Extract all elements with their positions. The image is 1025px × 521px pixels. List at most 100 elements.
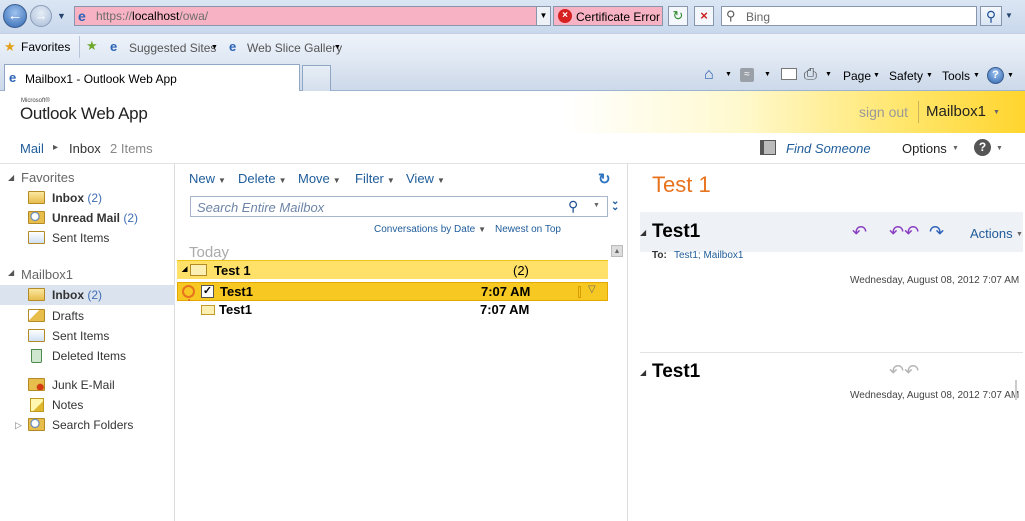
collapse-arrow-icon[interactable]: ◢ bbox=[640, 368, 646, 377]
folder-notes[interactable]: Notes bbox=[0, 395, 175, 415]
envelope-icon bbox=[201, 305, 215, 315]
web-slice-gallery-link[interactable]: Web Slice Gallery bbox=[247, 41, 342, 55]
fav-sent-items[interactable]: Sent Items bbox=[0, 228, 175, 248]
category-icon[interactable] bbox=[578, 286, 581, 298]
home-icon[interactable]: ⌂ bbox=[704, 66, 714, 84]
conversation-icon bbox=[190, 264, 207, 276]
expand-search-icon[interactable]: ⌄ ⌄ bbox=[611, 197, 619, 213]
safety-menu[interactable]: Safety bbox=[889, 69, 923, 83]
sign-out-link[interactable]: sign out bbox=[859, 104, 908, 120]
table-row[interactable]: Test1 7:07 AM bbox=[177, 301, 608, 320]
search-icon[interactable]: ⚲ bbox=[568, 198, 578, 215]
fav-unread-count: (2) bbox=[123, 211, 139, 225]
find-someone-input[interactable]: Find Someone bbox=[786, 141, 871, 156]
folder-junk-label: Junk E-Mail bbox=[52, 378, 115, 392]
add-favorites-icon[interactable]: ★ bbox=[86, 38, 98, 54]
chevron-down-icon[interactable]: ▼ bbox=[825, 71, 832, 78]
chevron-down-icon[interactable]: ▼ bbox=[993, 109, 1000, 116]
browser-search-input[interactable]: ⚲ Bing bbox=[721, 6, 977, 26]
sort-order-toggle[interactable]: Newest on Top bbox=[495, 224, 561, 235]
folder-inbox-count: (2) bbox=[87, 288, 103, 302]
suggested-sites-link[interactable]: Suggested Sites bbox=[129, 41, 216, 55]
shield-error-icon: × bbox=[558, 9, 572, 23]
folder-inbox[interactable]: Inbox (2) bbox=[0, 285, 175, 305]
folder-deleted-items[interactable]: Deleted Items bbox=[0, 346, 175, 366]
options-menu[interactable]: Options bbox=[902, 141, 947, 156]
view-button[interactable]: View ▼ bbox=[406, 171, 445, 186]
address-bar[interactable]: e https://localhost/owa/ ▼ bbox=[74, 6, 551, 26]
page-menu[interactable]: Page bbox=[843, 69, 871, 83]
scrollbar[interactable] bbox=[1015, 380, 1017, 400]
chevron-down-icon: ▼ bbox=[386, 176, 395, 185]
fav-inbox[interactable]: Inbox (2) bbox=[0, 188, 175, 208]
separator bbox=[918, 101, 919, 123]
favorites-header[interactable]: Favorites bbox=[21, 170, 74, 185]
forward-button[interactable]: → bbox=[30, 5, 52, 27]
new-button[interactable]: New ▼ bbox=[189, 171, 226, 186]
tab-mailbox1[interactable]: e Mailbox1 - Outlook Web App bbox=[4, 64, 300, 91]
folder-search-folders[interactable]: Search Folders bbox=[0, 415, 175, 435]
chevron-down-icon[interactable]: ▼ bbox=[764, 71, 771, 78]
recent-pages-chevron-icon[interactable]: ▼ bbox=[57, 11, 66, 21]
folder-drafts-label: Drafts bbox=[52, 309, 85, 323]
collapse-arrow-icon[interactable]: ◢ bbox=[8, 268, 14, 277]
chevron-down-icon[interactable]: ▼ bbox=[725, 71, 732, 78]
refresh-icon[interactable]: ↻ bbox=[668, 6, 688, 26]
recipients[interactable]: Test1; Mailbox1 bbox=[674, 250, 743, 261]
favorites-button[interactable]: Favorites bbox=[21, 40, 70, 54]
fav-sent-label: Sent Items bbox=[52, 231, 110, 245]
message-date: Wednesday, August 08, 2012 7:07 AM bbox=[850, 275, 1020, 286]
search-go-button[interactable]: ⚲ bbox=[980, 6, 1002, 26]
folder-drafts[interactable]: Drafts bbox=[0, 306, 175, 326]
table-row[interactable]: ✓ Test1 7:07 AM ▽ bbox=[177, 282, 608, 301]
address-book-icon[interactable] bbox=[760, 140, 776, 155]
refresh-icon[interactable]: ↻ bbox=[598, 170, 611, 188]
tools-menu[interactable]: Tools bbox=[942, 69, 970, 83]
collapse-arrow-icon[interactable]: ◢ bbox=[8, 173, 14, 182]
fav-unread-label: Unread Mail bbox=[52, 211, 121, 225]
inbox-folder-icon bbox=[28, 288, 45, 301]
ie-page-icon: e bbox=[229, 39, 237, 54]
mailbox-name[interactable]: Mailbox1 bbox=[926, 103, 986, 120]
reply-all-icon[interactable]: ↶↶ bbox=[889, 361, 919, 382]
scroll-up-button[interactable]: ▲ bbox=[611, 245, 623, 257]
item-count: 2 Items bbox=[110, 141, 153, 156]
reply-icon[interactable]: ↶ bbox=[852, 222, 867, 243]
folder-deleted-label: Deleted Items bbox=[52, 349, 127, 363]
search-options-chevron-icon[interactable]: ▼ bbox=[1005, 11, 1013, 20]
owa-brand: Outlook Web App bbox=[20, 104, 148, 123]
folder-search-label: Search Folders bbox=[52, 418, 134, 432]
print-icon[interactable]: ⎙ bbox=[804, 66, 817, 84]
new-tab-button[interactable] bbox=[302, 65, 331, 91]
stop-icon[interactable]: × bbox=[694, 6, 714, 26]
delete-button[interactable]: Delete ▼ bbox=[238, 171, 287, 186]
help-icon[interactable]: ? bbox=[974, 139, 991, 156]
collapse-arrow-icon[interactable]: ◢ bbox=[182, 265, 187, 273]
checkbox[interactable]: ✓ bbox=[201, 285, 214, 298]
breadcrumb-inbox: Inbox bbox=[69, 141, 101, 156]
read-mail-icon[interactable] bbox=[781, 68, 797, 80]
back-button[interactable]: ← bbox=[3, 4, 27, 28]
view-label: View bbox=[406, 171, 434, 186]
conversation-header-row[interactable]: ◢ Test 1 (2) bbox=[177, 260, 608, 279]
filter-button[interactable]: Filter ▼ bbox=[355, 171, 395, 186]
mailbox-header[interactable]: Mailbox1 bbox=[21, 267, 73, 282]
forward-icon[interactable]: ↷ bbox=[929, 222, 944, 243]
folder-junk-email[interactable]: Junk E-Mail bbox=[0, 375, 175, 395]
reply-all-icon[interactable]: ↶↶ bbox=[889, 222, 919, 243]
folder-sent-items[interactable]: Sent Items bbox=[0, 326, 175, 346]
help-icon[interactable]: ? bbox=[987, 67, 1004, 84]
new-label: New bbox=[189, 171, 216, 186]
feeds-icon[interactable]: ≈ bbox=[740, 68, 754, 82]
mailbox-search-input[interactable]: Search Entire Mailbox ⚲ ▼ bbox=[190, 196, 608, 217]
move-button[interactable]: Move ▼ bbox=[298, 171, 341, 186]
actions-menu[interactable]: Actions bbox=[970, 226, 1013, 241]
flag-icon[interactable]: ▽ bbox=[588, 284, 596, 295]
address-dropdown-icon[interactable]: ▼ bbox=[536, 7, 550, 25]
chevron-down-icon[interactable]: ▼ bbox=[593, 202, 600, 209]
breadcrumb-mail[interactable]: Mail bbox=[20, 141, 44, 156]
certificate-error-button[interactable]: × Certificate Error bbox=[553, 6, 663, 26]
fav-unread-mail[interactable]: Unread Mail (2) bbox=[0, 208, 175, 228]
collapse-arrow-icon[interactable]: ◢ bbox=[640, 228, 646, 237]
arrange-by-dropdown[interactable]: Conversations by Date ▼ bbox=[374, 224, 486, 235]
